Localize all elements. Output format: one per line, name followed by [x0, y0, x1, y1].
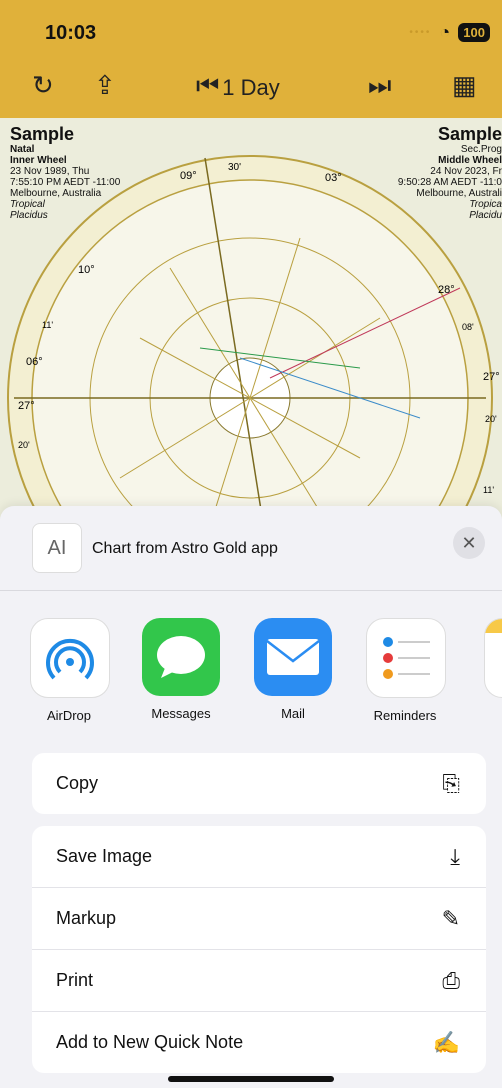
degree-label: 27° — [483, 371, 500, 383]
markup-action[interactable]: Markup ✎ — [32, 888, 486, 950]
quick-note-icon: ✍ — [432, 1030, 460, 1055]
notes-icon — [485, 619, 502, 633]
save-icon: ⤓ — [450, 844, 460, 869]
save-image-label: Save Image — [56, 846, 153, 866]
copy-label: Copy — [56, 773, 99, 793]
markup-icon: ✎ — [441, 906, 460, 931]
degree-label: 06° — [26, 356, 43, 368]
astro-chart[interactable]: Sample Natal Inner Wheel 23 Nov 1989, Th… — [0, 118, 502, 518]
grid-icon[interactable]: ▦ — [452, 70, 477, 101]
chart-toolbar: ↻ ⇪ ⏮ 1 Day ⏭ ▦ — [0, 56, 502, 118]
quick-note-action[interactable]: Add to New Quick Note ✍ — [32, 1012, 486, 1073]
app-row: AirDrop Messages Mail Reminders — [30, 618, 446, 723]
degree-label: 28° — [438, 284, 455, 296]
preview-thumbnail: AI — [32, 523, 82, 573]
mail-icon[interactable] — [254, 618, 332, 696]
degree-label: 09° — [180, 170, 197, 182]
divider — [0, 590, 502, 591]
app-label: Reminders — [373, 708, 437, 723]
degree-label: 03° — [325, 172, 342, 184]
wifi-icon: ◔ — [439, 22, 451, 42]
actions-group: Save Image ⤓ Markup ✎ Print ⎙ Add to New… — [32, 826, 486, 1073]
share-title: Chart from Astro Gold app — [92, 540, 278, 557]
minute-label: 20' — [485, 414, 497, 424]
app-messages[interactable]: Messages — [142, 618, 220, 723]
reminders-icon[interactable] — [366, 618, 446, 698]
minute-label: 20' — [18, 440, 30, 450]
quick-note-label: Add to New Quick Note — [56, 1032, 244, 1052]
print-action[interactable]: Print ⎙ — [32, 950, 486, 1012]
copy-action[interactable]: Copy ⎘ — [32, 753, 486, 814]
home-indicator[interactable] — [168, 1076, 334, 1082]
battery-indicator: 100 — [458, 23, 490, 42]
minute-label: 08' — [462, 322, 474, 332]
app-notes-partial[interactable] — [484, 618, 502, 698]
status-indicators: •••• ◔ 100 — [409, 22, 490, 43]
minute-label: 11' — [483, 485, 495, 495]
next-icon[interactable]: ⏭ — [368, 70, 391, 102]
copy-icon: ⎘ — [442, 771, 460, 796]
close-icon: ✕ — [461, 532, 477, 553]
airdrop-icon[interactable] — [30, 618, 110, 698]
status-bar: 10:03 •••• ◔ 100 — [0, 0, 502, 56]
app-mail[interactable]: Mail — [254, 618, 332, 723]
chart-wheel — [7, 155, 493, 518]
minute-label: 30' — [228, 162, 242, 173]
app-airdrop[interactable]: AirDrop — [30, 618, 110, 723]
status-time: 10:03 — [45, 22, 97, 44]
app-label: AirDrop — [46, 708, 92, 723]
time-step-label[interactable]: 1 Day — [0, 75, 502, 101]
print-icon: ⎙ — [442, 968, 460, 993]
degree-label: 27° — [18, 400, 35, 412]
markup-label: Markup — [56, 908, 117, 928]
copy-group: Copy ⎘ — [32, 753, 486, 814]
app-label: Mail — [281, 706, 305, 721]
close-button[interactable]: ✕ — [453, 527, 485, 559]
share-sheet: AI Chart from Astro Gold app ✕ AirDrop M… — [0, 506, 502, 1088]
app-reminders[interactable]: Reminders — [366, 618, 446, 723]
minute-label: 11' — [42, 320, 54, 330]
messages-icon[interactable] — [142, 618, 220, 696]
signal-icon: •••• — [409, 27, 432, 38]
print-label: Print — [56, 970, 94, 990]
degree-label: 10° — [78, 264, 95, 276]
save-image-action[interactable]: Save Image ⤓ — [32, 826, 486, 888]
app-label: Messages — [151, 706, 211, 721]
